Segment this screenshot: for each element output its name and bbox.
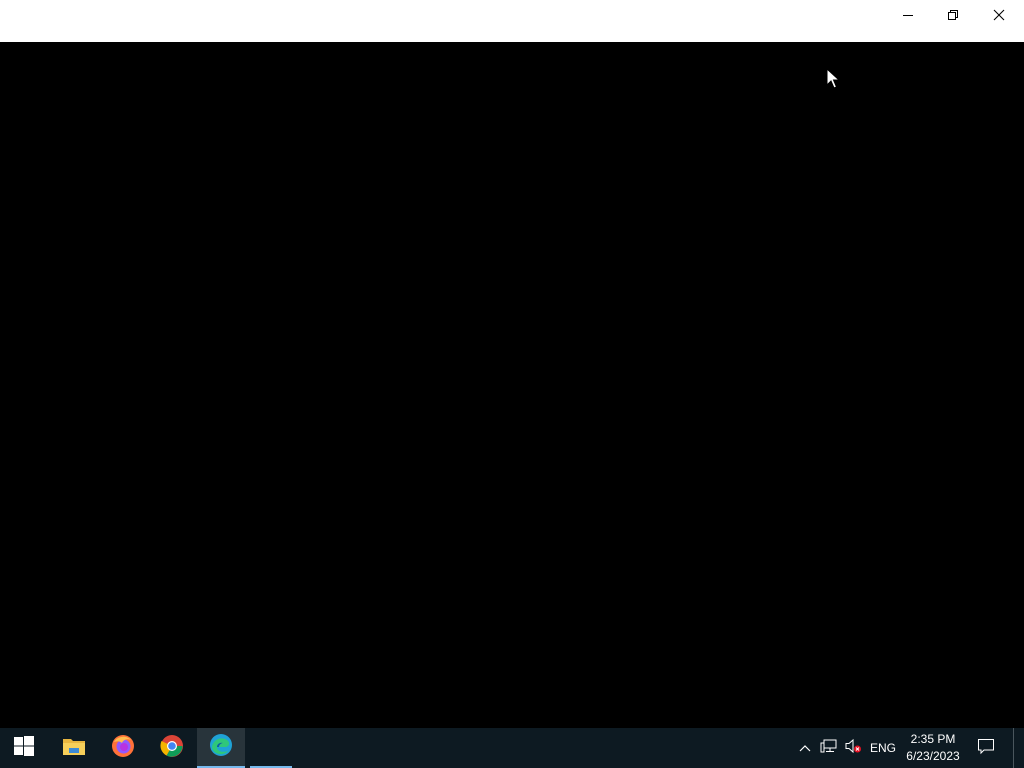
network-button[interactable] <box>818 728 840 768</box>
start-button[interactable] <box>0 728 48 768</box>
firefox-icon <box>111 734 135 763</box>
taskbar-app-chrome[interactable] <box>148 728 196 768</box>
taskbar: ENG 2:35 PM 6/23/2023 <box>0 728 1024 768</box>
window-content[interactable] <box>0 42 1024 728</box>
restore-button[interactable] <box>930 0 976 30</box>
edge-icon <box>209 733 233 762</box>
app-window <box>0 0 1024 728</box>
taskbar-app-edge[interactable] <box>197 728 245 768</box>
windows-logo-icon <box>13 735 35 762</box>
taskbar-app-running[interactable] <box>250 728 292 768</box>
restore-icon <box>947 9 959 21</box>
volume-muted-icon <box>844 738 862 759</box>
folder-icon <box>62 735 86 762</box>
chevron-up-icon <box>799 739 811 757</box>
show-desktop-button[interactable] <box>1013 728 1014 768</box>
clock-button[interactable]: 2:35 PM 6/23/2023 <box>902 728 964 768</box>
minimize-button[interactable] <box>885 0 931 30</box>
volume-button[interactable] <box>842 728 864 768</box>
mouse-cursor-icon <box>826 67 841 95</box>
taskbar-app-file-explorer[interactable] <box>50 728 98 768</box>
input-language-button[interactable]: ENG <box>866 728 900 768</box>
close-button[interactable] <box>976 0 1022 30</box>
close-icon <box>993 9 1005 21</box>
action-center-button[interactable] <box>970 728 1002 768</box>
clock-date: 6/23/2023 <box>906 749 960 763</box>
minimize-icon <box>902 9 914 21</box>
network-icon <box>820 738 838 759</box>
clock-time: 2:35 PM <box>910 732 956 746</box>
notification-icon <box>977 737 995 760</box>
show-hidden-icons-button[interactable] <box>795 728 815 768</box>
taskbar-app-firefox[interactable] <box>99 728 147 768</box>
chrome-icon <box>160 734 184 763</box>
window-titlebar[interactable] <box>0 0 1024 42</box>
